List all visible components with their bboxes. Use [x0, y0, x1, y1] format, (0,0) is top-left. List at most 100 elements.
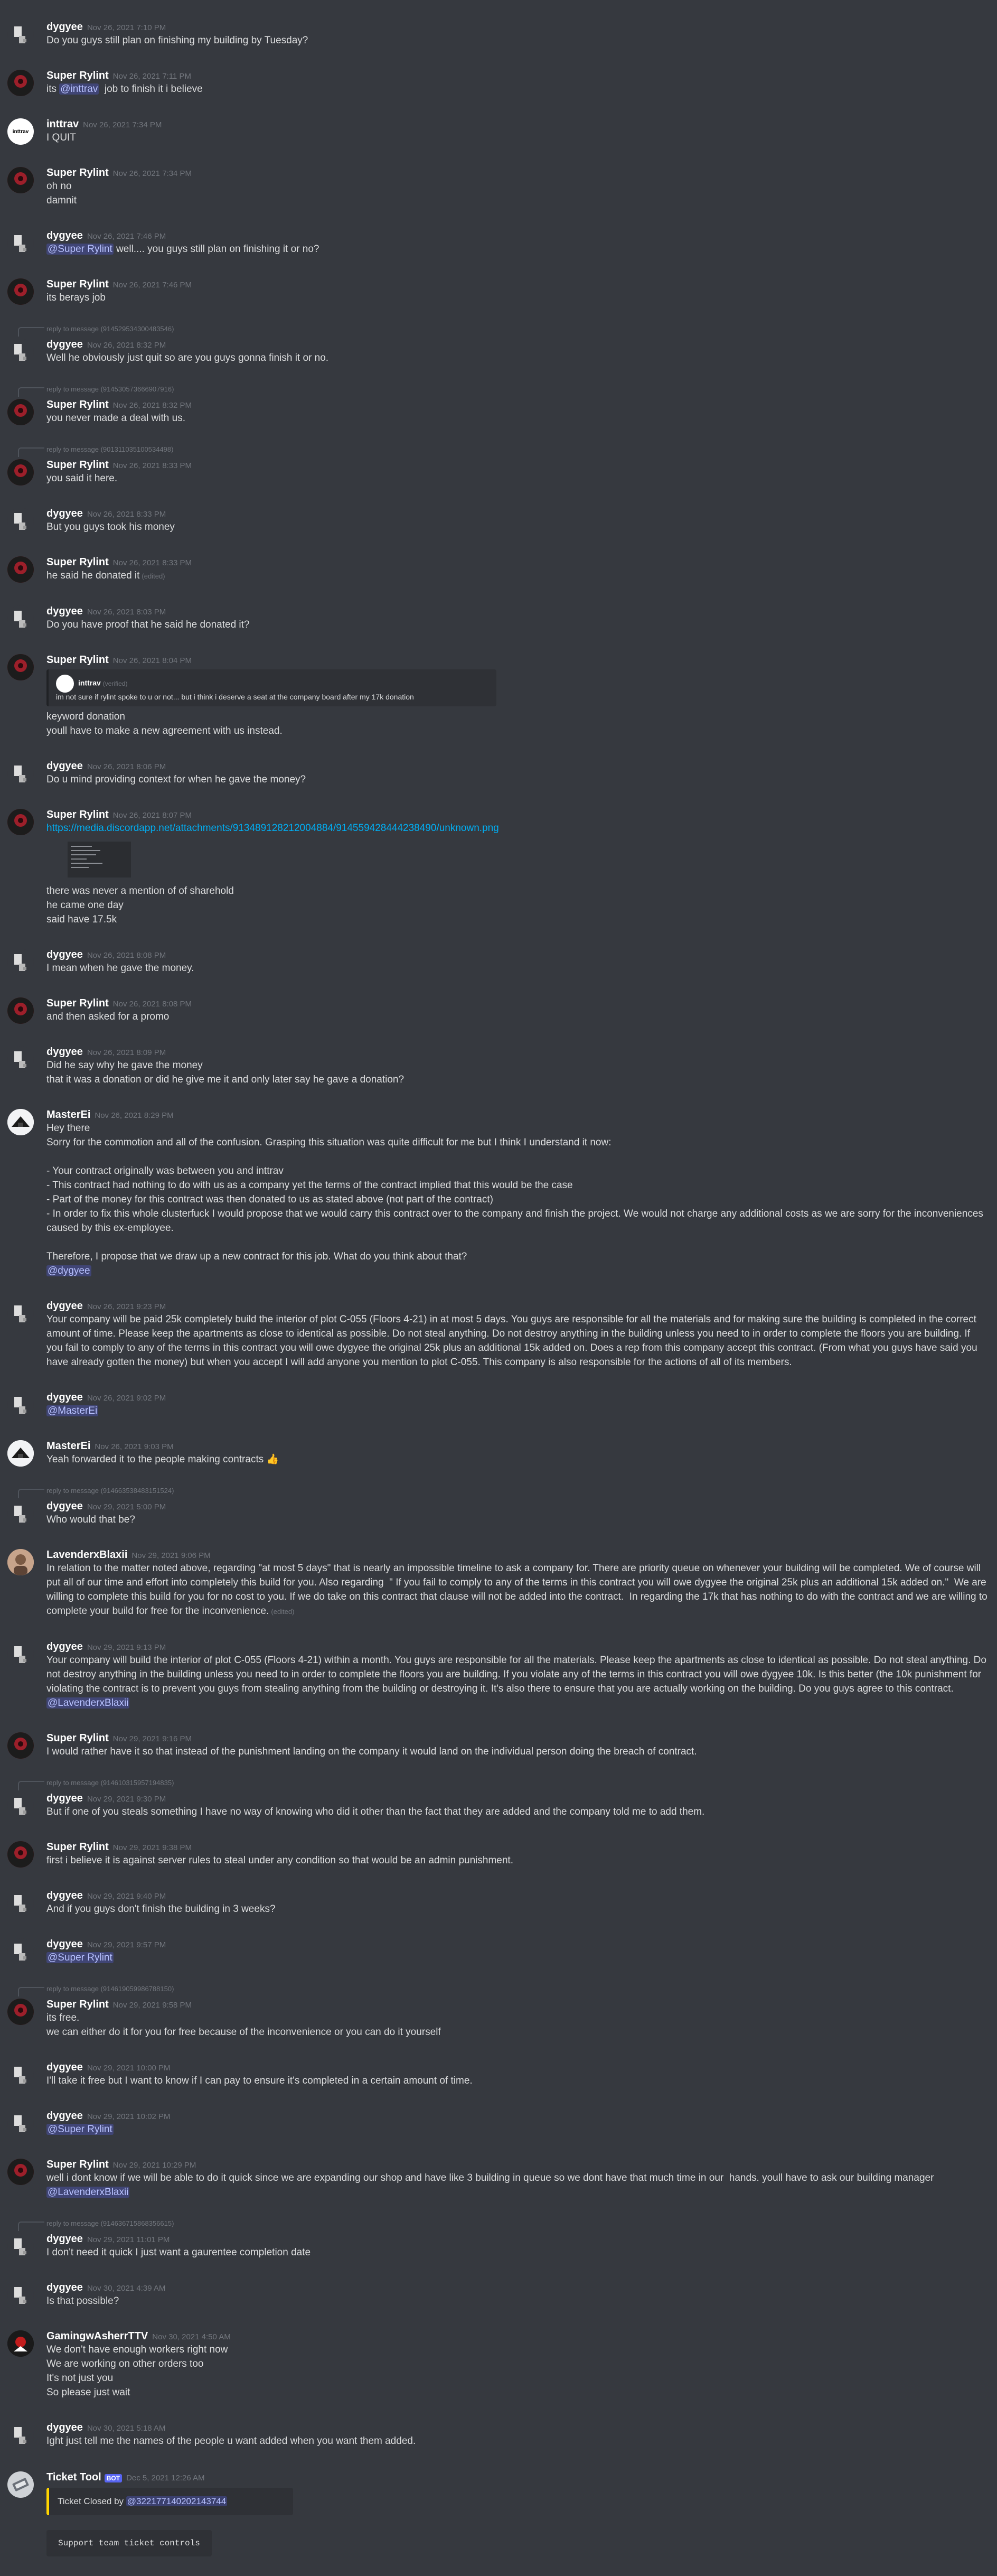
author-name[interactable]: dygyee — [46, 605, 83, 617]
author-name[interactable]: dygyee — [46, 339, 83, 350]
avatar[interactable] — [7, 949, 34, 975]
author-name[interactable]: GamingwAsherrTTV — [46, 2330, 148, 2342]
author-name[interactable]: Super Rylint — [46, 654, 109, 666]
author-name[interactable]: inttrav — [46, 118, 79, 130]
avatar[interactable] — [7, 1046, 34, 1072]
author-name[interactable]: Super Rylint — [46, 1841, 109, 1853]
avatar[interactable] — [7, 167, 34, 193]
avatar[interactable] — [7, 459, 34, 486]
reply-reference[interactable]: reply to message (914530573666907916) — [46, 385, 174, 393]
author-name[interactable]: dygyee — [46, 949, 83, 960]
avatar[interactable] — [7, 1109, 34, 1135]
avatar[interactable] — [7, 2422, 34, 2448]
avatar[interactable] — [7, 605, 34, 632]
author-name[interactable]: Super Rylint — [46, 809, 109, 820]
avatar[interactable] — [7, 70, 34, 96]
author-name[interactable]: dygyee — [46, 1046, 83, 1058]
avatar[interactable] — [7, 1392, 34, 1418]
avatar[interactable] — [7, 2110, 34, 2136]
avatar[interactable] — [7, 556, 34, 583]
author-name[interactable]: Super Rylint — [46, 997, 109, 1009]
author-name[interactable]: Super Rylint — [46, 1732, 109, 1744]
reply-reference[interactable]: reply to message (914663538483151524) — [46, 1487, 174, 1495]
avatar[interactable] — [7, 339, 34, 365]
avatar[interactable] — [7, 21, 34, 48]
author-name[interactable]: MasterEi — [46, 1109, 90, 1121]
avatar[interactable] — [7, 399, 34, 425]
author-name[interactable]: dygyee — [46, 1392, 83, 1403]
author-name[interactable]: dygyee — [46, 2061, 83, 2073]
avatar[interactable] — [7, 2330, 34, 2357]
attachment-link[interactable]: https://media.discordapp.net/attachments… — [46, 823, 499, 834]
author-name[interactable]: Ticket Tool — [46, 2471, 101, 2483]
author-name[interactable]: dygyee — [46, 1938, 83, 1950]
avatar[interactable] — [7, 508, 34, 534]
avatar[interactable] — [7, 2282, 34, 2308]
user-mention[interactable]: @322177140202143744 — [126, 2496, 228, 2506]
user-mention[interactable]: @Super Rylint — [46, 244, 114, 255]
avatar[interactable] — [7, 654, 34, 680]
message-line: Yeah forwarded it to the people making c… — [46, 1452, 989, 1467]
avatar[interactable] — [7, 1890, 34, 1916]
avatar[interactable] — [7, 278, 34, 305]
message-line: Do you have proof that he said he donate… — [46, 618, 989, 632]
author-name[interactable]: dygyee — [46, 760, 83, 772]
author-name[interactable]: Super Rylint — [46, 2159, 109, 2170]
user-mention[interactable]: @LavenderxBlaxii — [46, 1697, 130, 1709]
avatar[interactable] — [7, 1549, 34, 1575]
author-name[interactable]: LavenderxBlaxii — [46, 1549, 127, 1561]
author-name[interactable]: Super Rylint — [46, 399, 109, 410]
avatar[interactable] — [7, 997, 34, 1024]
avatar[interactable] — [7, 1841, 34, 1868]
user-mention[interactable]: @inttrav — [59, 83, 99, 95]
user-mention[interactable]: @LavenderxBlaxii — [46, 2187, 130, 2198]
author-name[interactable]: Super Rylint — [46, 70, 109, 81]
avatar[interactable] — [7, 809, 34, 835]
user-mention[interactable]: @Super Rylint — [46, 1952, 114, 1963]
avatar[interactable] — [7, 1793, 34, 1819]
reply-reference[interactable]: reply to message (914619059986788150) — [46, 1985, 174, 1993]
author-name[interactable]: dygyee — [46, 1641, 83, 1653]
reply-reference[interactable]: reply to message (901311035100534498) — [46, 445, 173, 453]
author-name[interactable]: Super Rylint — [46, 167, 109, 179]
author-name[interactable]: Super Rylint — [46, 556, 109, 568]
author-name[interactable]: dygyee — [46, 508, 83, 519]
author-name[interactable]: dygyee — [46, 230, 83, 241]
avatar[interactable]: inttrav — [7, 118, 34, 145]
author-name[interactable]: dygyee — [46, 1890, 83, 1901]
avatar[interactable] — [7, 1999, 34, 2025]
support-controls-button[interactable]: Support team ticket controls — [46, 2530, 212, 2556]
author-name[interactable]: dygyee — [46, 1793, 83, 1804]
user-mention[interactable]: @dygyee — [46, 1265, 91, 1276]
user-mention[interactable]: @Super Rylint — [46, 2124, 114, 2135]
avatar[interactable] — [7, 1641, 34, 1667]
message-line: its @inttrav job to finish it i believe — [46, 82, 989, 96]
author-name[interactable]: dygyee — [46, 1500, 83, 1512]
author-name[interactable]: Super Rylint — [46, 459, 109, 471]
avatar[interactable] — [7, 2061, 34, 2088]
avatar[interactable] — [7, 1938, 34, 1965]
avatar[interactable] — [7, 1732, 34, 1759]
author-name[interactable]: Super Rylint — [46, 278, 109, 290]
avatar[interactable] — [7, 1500, 34, 1527]
user-mention[interactable]: @MasterEi — [46, 1405, 99, 1416]
ticket-tool-avatar[interactable] — [7, 2471, 34, 2498]
reply-reference[interactable]: reply to message (914529534300483546) — [46, 325, 174, 333]
author-name[interactable]: dygyee — [46, 2282, 83, 2293]
avatar[interactable] — [7, 2159, 34, 2185]
author-name[interactable]: dygyee — [46, 2233, 83, 2245]
avatar[interactable] — [7, 2233, 34, 2260]
author-name[interactable]: MasterEi — [46, 1440, 90, 1452]
author-name[interactable]: Super Rylint — [46, 1999, 109, 2010]
attachment-image[interactable] — [68, 842, 131, 878]
author-name[interactable]: dygyee — [46, 1300, 83, 1312]
reply-reference[interactable]: reply to message (914636715868356615) — [46, 2219, 174, 2227]
author-name[interactable]: dygyee — [46, 2422, 83, 2433]
reply-reference[interactable]: reply to message (914610315957194835) — [46, 1779, 174, 1787]
avatar[interactable] — [7, 230, 34, 256]
author-name[interactable]: dygyee — [46, 2110, 83, 2122]
avatar[interactable] — [7, 1300, 34, 1327]
avatar[interactable] — [7, 760, 34, 787]
author-name[interactable]: dygyee — [46, 21, 83, 33]
avatar[interactable] — [7, 1440, 34, 1467]
